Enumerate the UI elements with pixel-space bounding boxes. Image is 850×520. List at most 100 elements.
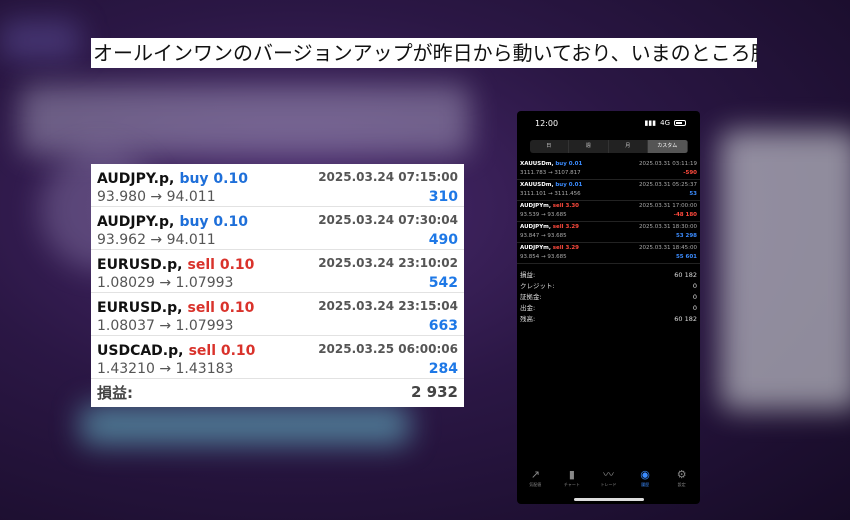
phone-trade-detail: 93.854 → 93.685 55 601 — [520, 253, 697, 262]
summary-row: 出金: 0 — [520, 303, 697, 314]
phone-trade-profit: -590 — [683, 170, 697, 176]
trade-instrument: EURUSD.p, sell 0.10 — [97, 254, 254, 273]
trade-symbol: AUDJPY.p, — [97, 170, 175, 187]
trade-row[interactable]: EURUSD.p, sell 0.10 2025.03.24 23:15:04 1.… — [91, 293, 464, 336]
summary-value: 60 182 — [674, 271, 697, 279]
phone-trade-side: sell 3.30 — [552, 203, 580, 209]
status-bar: 12:00 ▮▮▮ 4G — [517, 111, 700, 135]
trade-symbol: EURUSD.p, — [97, 299, 183, 316]
phone-trade-detail: 93.539 → 93.685 -48 180 — [520, 211, 697, 220]
trade-instrument: AUDJPY.p, buy 0.10 — [97, 168, 248, 187]
segment-1[interactable]: 日 — [530, 140, 569, 153]
trade-side: sell 0.10 — [188, 342, 256, 359]
home-indicator — [574, 498, 644, 501]
profit-total-row: 損益: 2 932 — [91, 379, 464, 405]
phone-trade-header: XAUUSDm, buy 0.01 2025.03.31 05:25:37 — [520, 181, 697, 190]
trade-instrument: USDCAD.p, sell 0.10 — [97, 340, 255, 359]
trade-datetime: 2025.03.24 23:15:04 — [318, 299, 458, 313]
phone-trade-row[interactable]: AUDJPYm, sell 3.30 2025.03.31 17:00:00 93.… — [517, 201, 700, 222]
phone-trade-instrument: XAUUSDm, buy 0.01 — [520, 181, 582, 190]
trade-prices: 1.43210 → 1.43183 — [97, 360, 234, 377]
phone-screenshot: 12:00 ▮▮▮ 4G 日週月カスタム XAUUSDm, buy 0.01 20… — [517, 111, 700, 504]
trade-datetime: 2025.03.24 23:10:02 — [318, 256, 458, 270]
phone-trade-instrument: AUDJPYm, sell 3.29 — [520, 223, 579, 232]
phone-trade-row[interactable]: AUDJPYm, sell 3.29 2025.03.31 18:45:00 93.… — [517, 243, 700, 264]
segment-3[interactable]: 月 — [609, 140, 648, 153]
tab-label: トレード — [600, 482, 617, 487]
phone-trade-datetime: 2025.03.31 18:45:00 — [639, 245, 697, 251]
phone-trade-profit: -48 180 — [673, 212, 697, 218]
trade-row[interactable]: USDCAD.p, sell 0.10 2025.03.25 06:00:06 1.… — [91, 336, 464, 379]
phone-trade-symbol: AUDJPYm, — [520, 245, 551, 251]
trade-row-detail: 1.08037 → 1.07993 663 — [97, 316, 458, 335]
phone-trade-instrument: AUDJPYm, sell 3.29 — [520, 244, 579, 253]
trade-row-detail: 1.43210 → 1.43183 284 — [97, 359, 458, 378]
segment-2[interactable]: 週 — [569, 140, 609, 153]
summary-label: 損益: — [520, 271, 536, 279]
summary-row: 損益: 60 182 — [520, 270, 697, 281]
trade-symbol: AUDJPY.p, — [97, 213, 175, 230]
phone-trade-side: sell 3.29 — [552, 224, 580, 230]
trade-symbol: USDCAD.p, — [97, 342, 184, 359]
phone-trade-side: sell 3.29 — [552, 245, 580, 251]
phone-trade-side: buy 0.01 — [555, 161, 583, 167]
trade-row-detail: 93.962 → 94.011 490 — [97, 230, 458, 249]
summary-value: 60 182 — [674, 315, 697, 323]
phone-trade-detail: 3111.783 → 3107.817 -590 — [520, 169, 697, 178]
summary-row: クレジット: 0 — [520, 281, 697, 292]
status-indicators: ▮▮▮ 4G — [645, 119, 686, 127]
trade-datetime: 2025.03.24 07:30:04 — [318, 213, 458, 227]
phone-trade-datetime: 2025.03.31 18:30:00 — [639, 224, 697, 230]
summary-row: 証拠金: 0 — [520, 292, 697, 303]
battery-icon — [674, 120, 686, 126]
settings-icon: ⚙ — [676, 468, 687, 481]
trade-row-header: AUDJPY.p, buy 0.10 2025.03.24 07:15:00 — [97, 167, 458, 187]
trade-row-header: EURUSD.p, sell 0.10 2025.03.24 23:15:04 — [97, 296, 458, 316]
trade-row[interactable]: AUDJPY.p, buy 0.10 2025.03.24 07:15:00 93.… — [91, 164, 464, 207]
trade-side: buy 0.10 — [179, 170, 248, 187]
phone-trade-profit: 53 298 — [675, 233, 697, 239]
trade-icon: 〰 — [602, 468, 614, 481]
summary-label: 出金: — [520, 304, 536, 312]
phone-trade-prices: 93.539 → 93.685 — [520, 212, 567, 218]
tab-quotes[interactable]: ↗ 気配値 — [517, 468, 554, 494]
phone-trade-row[interactable]: XAUUSDm, buy 0.01 2025.03.31 05:25:37 3111… — [517, 180, 700, 201]
summary-value: 0 — [692, 293, 697, 301]
background-blur — [720, 130, 850, 410]
trade-datetime: 2025.03.25 06:00:06 — [318, 342, 458, 356]
tab-history[interactable]: ◉ 履歴 — [627, 468, 664, 494]
trade-list: AUDJPY.p, buy 0.10 2025.03.24 07:15:00 93.… — [91, 164, 464, 379]
phone-trade-header: AUDJPYm, sell 3.30 2025.03.31 17:00:00 — [520, 202, 697, 211]
phone-trade-datetime: 2025.03.31 03:11:19 — [639, 161, 697, 167]
history-icon: ◉ — [640, 468, 650, 481]
summary-label: クレジット: — [520, 282, 555, 290]
profit-total-value: 2 932 — [411, 383, 458, 401]
trade-prices: 1.08029 → 1.07993 — [97, 274, 234, 291]
tab-chart[interactable]: ▮ チャート — [554, 468, 591, 494]
tab-label: 履歴 — [641, 482, 650, 487]
background-blur — [20, 85, 470, 155]
phone-trade-row[interactable]: XAUUSDm, buy 0.01 2025.03.31 03:11:19 3111… — [517, 159, 700, 180]
trade-row-detail: 1.08029 → 1.07993 542 — [97, 273, 458, 292]
phone-trade-prices: 93.847 → 93.685 — [520, 233, 567, 239]
phone-trade-prices: 3111.101 → 3111.456 — [520, 191, 581, 197]
summary-value: 0 — [692, 282, 697, 290]
summary-label: 残高: — [520, 315, 536, 323]
phone-trade-side: buy 0.01 — [555, 182, 583, 188]
phone-trade-datetime: 2025.03.31 05:25:37 — [639, 182, 697, 188]
phone-trade-instrument: AUDJPYm, sell 3.30 — [520, 202, 579, 211]
tab-settings[interactable]: ⚙ 設定 — [663, 468, 700, 494]
segment-4[interactable]: カスタム — [648, 140, 688, 153]
trade-row[interactable]: EURUSD.p, sell 0.10 2025.03.24 23:10:02 1.… — [91, 250, 464, 293]
phone-trade-profit: 55 601 — [675, 254, 697, 260]
trade-prices: 93.980 → 94.011 — [97, 188, 216, 205]
summary-label: 証拠金: — [520, 293, 542, 301]
trade-row[interactable]: AUDJPY.p, buy 0.10 2025.03.24 07:30:04 93.… — [91, 207, 464, 250]
phone-trade-symbol: XAUUSDm, — [520, 161, 554, 167]
signal-icon: ▮▮▮ — [644, 119, 657, 127]
tab-trade[interactable]: 〰トレード — [590, 468, 627, 494]
phone-trade-row[interactable]: AUDJPYm, sell 3.29 2025.03.31 18:30:00 93.… — [517, 222, 700, 243]
summary-value: 0 — [692, 304, 697, 312]
phone-trade-instrument: XAUUSDm, buy 0.01 — [520, 160, 582, 169]
phone-trade-symbol: AUDJPYm, — [520, 203, 551, 209]
